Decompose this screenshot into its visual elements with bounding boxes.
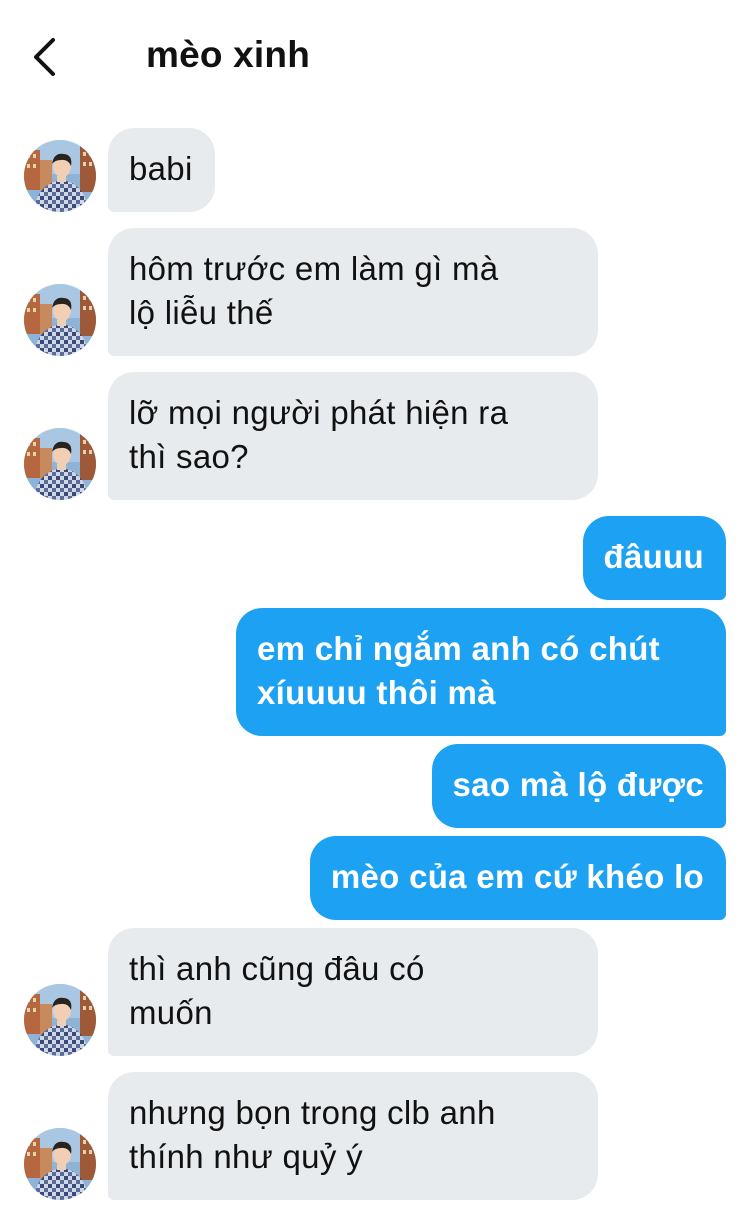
avatar-photo — [24, 284, 96, 356]
chat-header: mèo xinh — [0, 0, 750, 112]
chevron-left-icon — [34, 38, 55, 76]
message-bubble-received[interactable]: babi — [108, 128, 215, 212]
message-bubble-received[interactable]: lỡ mọi người phát hiện ra thì sao? — [108, 372, 598, 500]
avatar-photo — [24, 428, 96, 500]
message-bubble-received[interactable]: nhưng bọn trong clb anh thính như quỷ ý — [108, 1072, 598, 1200]
back-button[interactable] — [22, 30, 72, 82]
contact-avatar[interactable] — [24, 284, 96, 356]
contact-avatar[interactable] — [24, 984, 96, 1056]
chat-title: mèo xinh — [146, 34, 311, 75]
avatar-photo — [24, 984, 96, 1056]
avatar-photo — [24, 1128, 96, 1200]
message-bubble-sent[interactable]: sao mà lộ được — [431, 744, 726, 828]
message-bubble-received[interactable]: hôm trước em làm gì mà lộ liễu thế — [108, 228, 598, 356]
message-bubble-sent[interactable]: mèo của em cứ khéo lo — [309, 836, 726, 920]
contact-avatar[interactable] — [24, 140, 96, 212]
contact-avatar[interactable] — [24, 428, 96, 500]
message-bubble-sent[interactable]: em chỉ ngắm anh có chút xíuuuu thôi mà — [236, 608, 726, 736]
avatar-photo — [24, 140, 96, 212]
message-bubble-received[interactable]: thì anh cũng đâu có muốn — [108, 928, 598, 1056]
contact-avatar[interactable] — [24, 1128, 96, 1200]
message-bubble-sent[interactable]: đâuuu — [582, 516, 726, 600]
